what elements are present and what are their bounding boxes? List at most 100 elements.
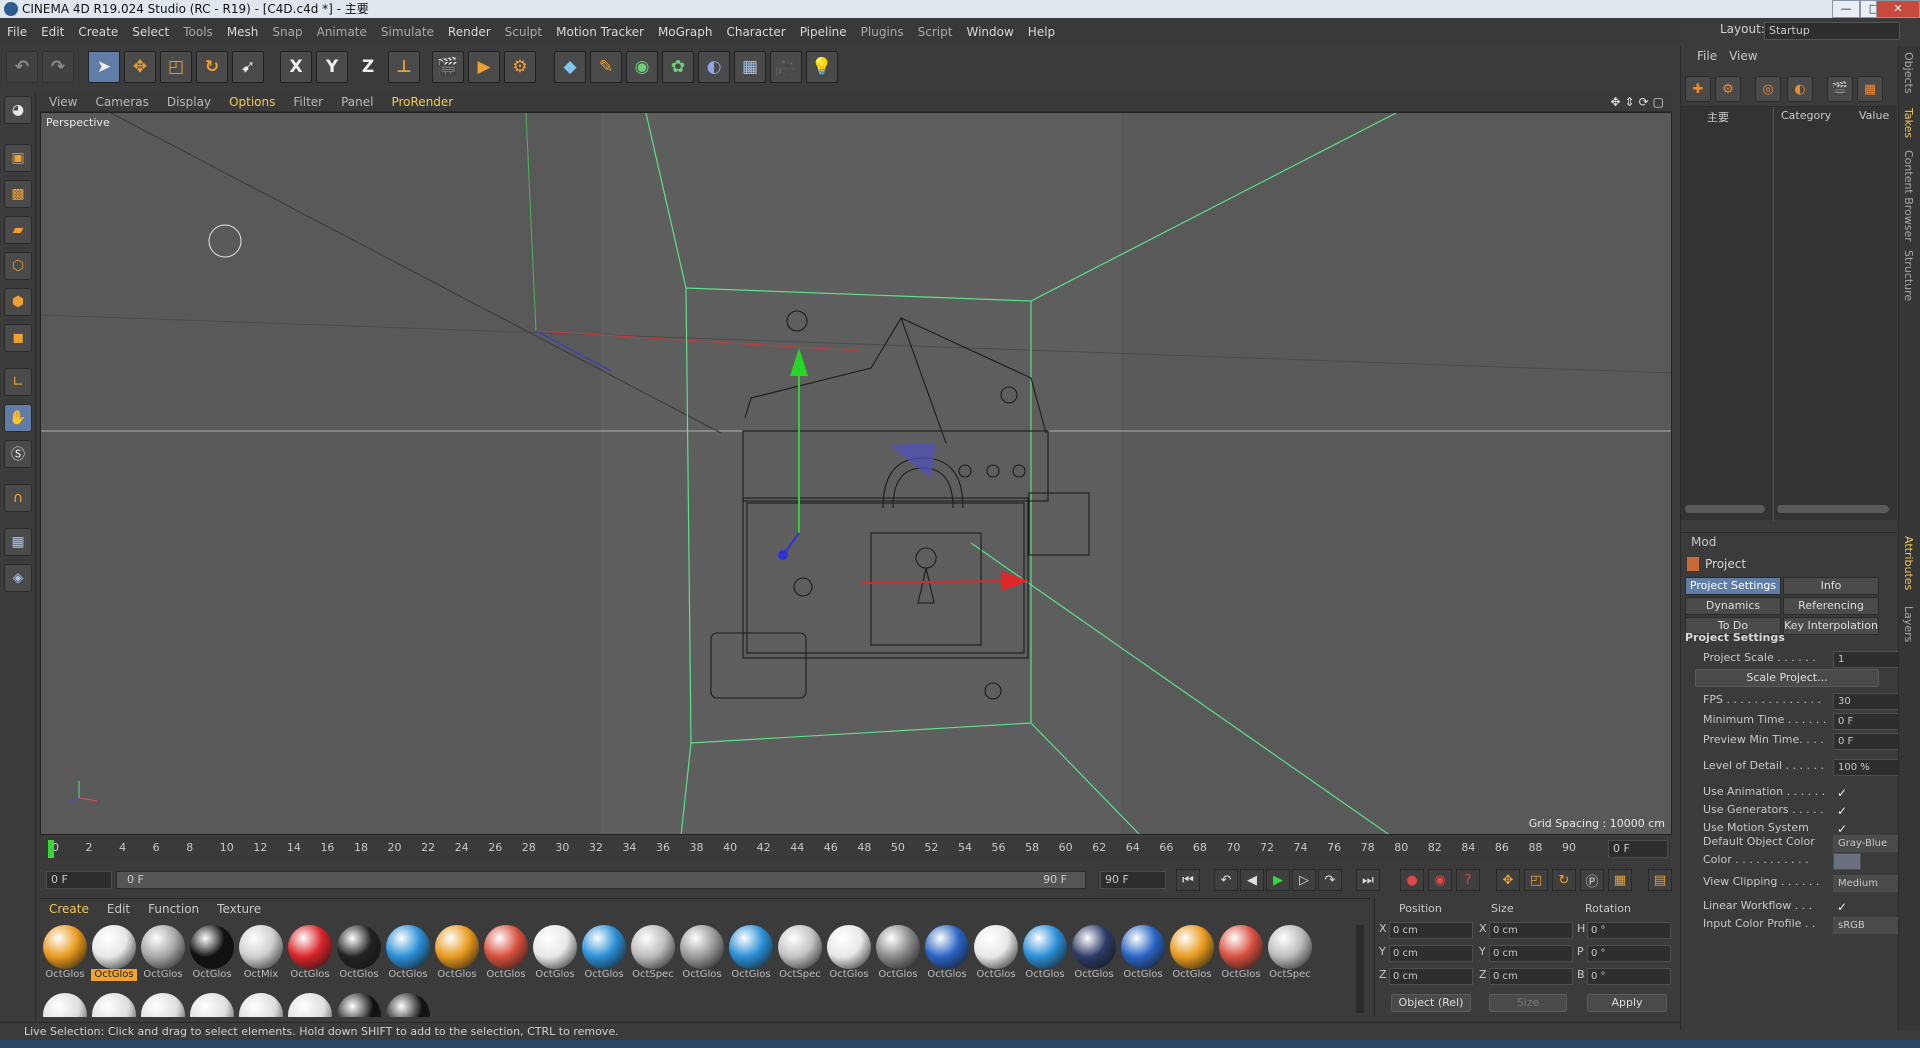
material-scrollbar[interactable] [1356,925,1364,1013]
menu-snap[interactable]: Snap [265,20,309,44]
menu-plugins[interactable]: Plugins [854,20,911,44]
live-selection-icon[interactable]: ➤ [88,51,120,83]
material-swatch[interactable]: OctMix [238,923,284,981]
move-icon[interactable]: ✥ [124,51,156,83]
attributes-mode-menu[interactable]: Mod [1691,535,1716,549]
override-icon[interactable]: ◎ [1755,76,1781,102]
material-swatch[interactable]: OctGlos [42,923,88,981]
planar-workplane-icon[interactable]: ◈ [4,564,32,592]
material-swatch[interactable]: OctGlos [385,923,431,981]
workplane-lock-icon[interactable]: ▦ [4,528,32,556]
viewport-menu-options[interactable]: Options [220,92,284,112]
attribute-field-value[interactable]: 0 F [1833,713,1899,730]
axis-mode-icon[interactable]: ∟ [4,368,32,396]
material-swatch[interactable]: OctGlos [581,923,627,981]
position-field[interactable]: 0 cm [1389,968,1473,985]
objects-scrollbar-right[interactable] [1777,505,1889,513]
timeline-ruler[interactable]: 0 2 4 6 8 10 12 14 16 18 20 22 24 26 28 30 32 34 36 38 40 42 4… [40,838,1672,860]
menu-animate[interactable]: Animate [310,20,374,44]
snap-icon[interactable]: Ⓢ [4,440,32,468]
model-mode-icon[interactable]: ▣ [4,144,32,172]
size-field[interactable]: 0 cm [1489,968,1573,985]
scale-project-button[interactable]: Scale Project... [1695,669,1879,687]
objects-menu-view[interactable]: View [1723,46,1763,66]
render-take-icon[interactable]: 🎬 [1827,76,1853,102]
material-swatch[interactable] [385,991,431,1017]
objects-menu-file[interactable]: File [1691,46,1723,66]
auto-take-icon[interactable]: ◐ [1787,76,1813,102]
preview-range-slider[interactable]: 0 F 90 F [116,871,1086,889]
size-field[interactable]: 0 cm [1489,945,1573,962]
side-tab-takes[interactable]: Takes [1902,108,1915,138]
attribute-checkbox[interactable]: ✓ [1837,786,1847,800]
attribute-field-value[interactable]: 0 F [1833,733,1899,750]
render-view-icon[interactable]: 🎬 [432,51,464,83]
start-frame-field[interactable]: 0 F [46,871,112,889]
floor-icon[interactable]: ▦ [734,51,766,83]
material-swatch[interactable]: OctGlos [924,923,970,981]
menu-simulate[interactable]: Simulate [374,20,441,44]
attribute-tab[interactable]: Key Interpolation [1783,617,1879,635]
attribute-tab[interactable]: Info [1783,577,1879,595]
side-tab-content-browser[interactable]: Content Browser [1902,150,1915,242]
position-field[interactable]: 0 cm [1389,945,1473,962]
close-button[interactable]: ✕ [1876,0,1920,18]
record-parameter-icon[interactable]: Ⓟ [1580,869,1604,891]
viewport-menu-cameras[interactable]: Cameras [86,92,157,112]
material-swatch[interactable]: OctGlos [826,923,872,981]
apply-button[interactable]: Apply [1587,994,1667,1012]
viewport-menu-filter[interactable]: Filter [284,92,332,112]
redo-icon[interactable]: ↷ [42,51,74,83]
x-axis-lock-button[interactable]: X [280,51,312,83]
size-mode-select[interactable]: Size [1489,994,1567,1012]
cloner-icon[interactable]: ✿ [662,51,694,83]
y-axis-lock-button[interactable]: Y [316,51,348,83]
perspective-viewport[interactable]: Perspective Grid Spacing : 10000 cm [40,112,1672,835]
previous-frame-icon[interactable]: ◀ [1240,869,1264,891]
menu-pipeline[interactable]: Pipeline [793,20,854,44]
menu-window[interactable]: Window [959,20,1020,44]
timeline-window-icon[interactable]: ▤ [1648,869,1672,891]
rotation-field[interactable]: 0 ° [1587,968,1671,985]
material-swatch[interactable]: OctGlos [434,923,480,981]
menu-tools[interactable]: Tools [176,20,220,44]
menu-character[interactable]: Character [719,20,792,44]
previous-key-icon[interactable]: ↶ [1214,869,1238,891]
make-editable-icon[interactable]: ◕ [4,96,32,124]
take-filter-icon[interactable]: ▦ [1857,76,1883,102]
viewport-menu-panel[interactable]: Panel [332,92,382,112]
attribute-field-value[interactable]: 100 % [1833,759,1899,776]
material-swatch[interactable]: OctGlos [1071,923,1117,981]
end-frame-field[interactable]: 90 F [1100,871,1166,889]
autokeying-icon[interactable]: ◉ [1428,869,1452,891]
material-swatch[interactable]: OctSpec [1267,923,1313,981]
material-swatch[interactable]: OctGlos [336,923,382,981]
minimize-button[interactable]: — [1832,0,1860,18]
add-take-icon[interactable]: ⚙ [1715,76,1741,102]
attribute-checkbox[interactable]: ✓ [1837,822,1847,836]
record-active-objects-icon[interactable]: ● [1400,869,1424,891]
material-swatch[interactable] [287,991,333,1017]
viewport-menu-display[interactable]: Display [158,92,220,112]
material-swatch[interactable] [238,991,284,1017]
menu-file[interactable]: File [0,20,34,44]
menu-create[interactable]: Create [71,20,125,44]
objects-list[interactable]: 主要 Category Value [1681,106,1897,521]
add-object-icon[interactable]: ✚ [1685,76,1711,102]
material-swatch[interactable]: OctGlos [875,923,921,981]
go-to-start-icon[interactable]: ⏮ [1176,869,1200,891]
material-menu-texture[interactable]: Texture [208,899,270,919]
material-menu-create[interactable]: Create [40,899,98,919]
pen-spline-icon[interactable]: ✎ [590,51,622,83]
material-swatch[interactable]: OctGlos [532,923,578,981]
default-object-color-select[interactable]: Gray-Blue [1833,835,1899,852]
last-tool-icon[interactable]: ➹ [232,51,264,83]
material-swatch[interactable]: OctGlos [287,923,333,981]
side-tab-structure[interactable]: Structure [1902,250,1915,301]
edges-mode-icon[interactable]: ⬢ [4,288,32,316]
material-swatch[interactable]: OctGlos [189,923,235,981]
rotation-field[interactable]: 0 ° [1587,922,1671,939]
size-field[interactable]: 0 cm [1489,922,1573,939]
light-icon[interactable]: 💡 [806,51,838,83]
main-take-label[interactable]: 主要 [1707,109,1729,125]
